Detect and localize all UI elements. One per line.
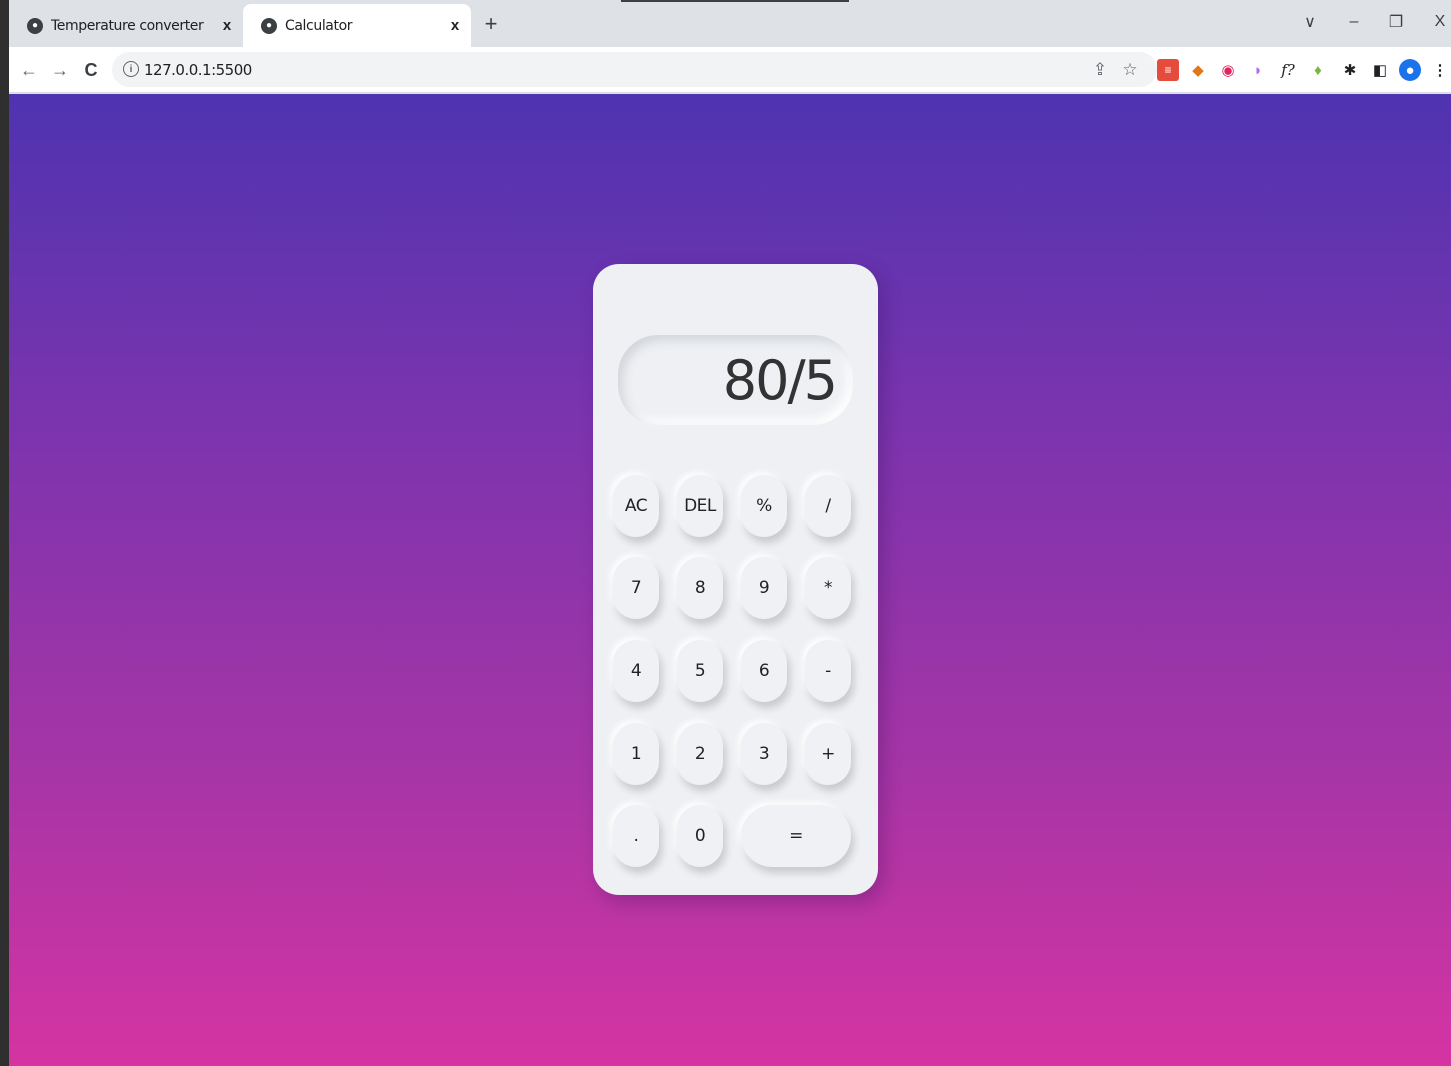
browser-toolbar: ← → C i 127.0.0.1:5500 ⇪ ☆ ≡ ◆ ◉ ◗ f? ♦ … (9, 47, 1451, 93)
key-1[interactable]: 1 (613, 723, 659, 785)
menu-kebab-icon[interactable]: ⋮ (1429, 59, 1451, 81)
reload-icon[interactable]: C (77, 56, 105, 84)
globe-icon: ● (261, 17, 277, 34)
extension-purple-icon[interactable]: ◗ (1247, 59, 1269, 81)
key-ac[interactable]: AC (613, 475, 659, 537)
extension-fonts-icon[interactable]: f? (1277, 59, 1299, 81)
browser-window: ● Temperature converter x ● Calculator x… (9, 0, 1451, 1066)
side-panel-icon[interactable]: ◧ (1369, 59, 1391, 81)
page-viewport: 80/5 AC DEL % / 7 8 9 * 4 5 6 - 1 2 3 + … (9, 94, 1451, 1066)
extension-metamask-icon[interactable]: ◆ (1187, 59, 1209, 81)
key-9[interactable]: 9 (741, 557, 787, 619)
tab-title: Calculator (285, 17, 353, 34)
minimize-button[interactable]: – (1334, 8, 1374, 36)
new-tab-button[interactable]: + (479, 10, 503, 38)
share-icon[interactable]: ⇪ (1088, 58, 1112, 82)
bookmark-star-icon[interactable]: ☆ (1118, 58, 1142, 82)
desktop-edge (0, 0, 9, 1066)
key-4[interactable]: 4 (613, 640, 659, 702)
close-tab-icon[interactable]: x (217, 16, 237, 36)
key-divide[interactable]: / (805, 475, 851, 537)
key-equals[interactable]: = (741, 805, 851, 867)
key-7[interactable]: 7 (613, 557, 659, 619)
key-percent[interactable]: % (741, 475, 787, 537)
address-url: 127.0.0.1:5500 (144, 61, 252, 79)
extensions-puzzle-icon[interactable]: ✱ (1339, 59, 1361, 81)
key-8[interactable]: 8 (677, 557, 723, 619)
key-2[interactable]: 2 (677, 723, 723, 785)
key-multiply[interactable]: * (805, 557, 851, 619)
key-6[interactable]: 6 (741, 640, 787, 702)
globe-icon: ● (27, 17, 43, 34)
key-3[interactable]: 3 (741, 723, 787, 785)
forward-icon[interactable]: → (46, 56, 74, 84)
key-del[interactable]: DEL (677, 475, 723, 537)
key-subtract[interactable]: - (805, 640, 851, 702)
extension-gem-icon[interactable]: ♦ (1307, 59, 1329, 81)
calculator: 80/5 AC DEL % / 7 8 9 * 4 5 6 - 1 2 3 + … (593, 264, 878, 895)
tab-search-icon[interactable]: ∨ (1290, 8, 1330, 36)
info-icon[interactable]: i (123, 61, 139, 77)
extension-record-icon[interactable]: ◉ (1217, 59, 1239, 81)
key-add[interactable]: + (805, 723, 851, 785)
close-tab-icon[interactable]: x (445, 16, 465, 36)
tab-calculator[interactable]: ● Calculator x (243, 4, 471, 47)
profile-avatar[interactable]: ● (1399, 59, 1421, 81)
key-0[interactable]: 0 (677, 805, 723, 867)
tab-strip-edge (621, 0, 849, 2)
display-value: 80/5 (722, 349, 838, 412)
restore-button[interactable]: ❐ (1376, 8, 1416, 36)
key-decimal[interactable]: . (613, 805, 659, 867)
extension-todoist-icon[interactable]: ≡ (1157, 59, 1179, 81)
tab-strip: ● Temperature converter x ● Calculator x… (9, 0, 1451, 47)
tab-title: Temperature converter (51, 17, 204, 34)
key-5[interactable]: 5 (677, 640, 723, 702)
back-icon[interactable]: ← (15, 56, 43, 84)
close-window-button[interactable]: X (1420, 8, 1451, 36)
address-bar[interactable]: i 127.0.0.1:5500 ⇪ ☆ (112, 52, 1157, 87)
tab-temperature-converter[interactable]: ● Temperature converter x (9, 4, 243, 47)
calculator-display: 80/5 (618, 335, 853, 425)
